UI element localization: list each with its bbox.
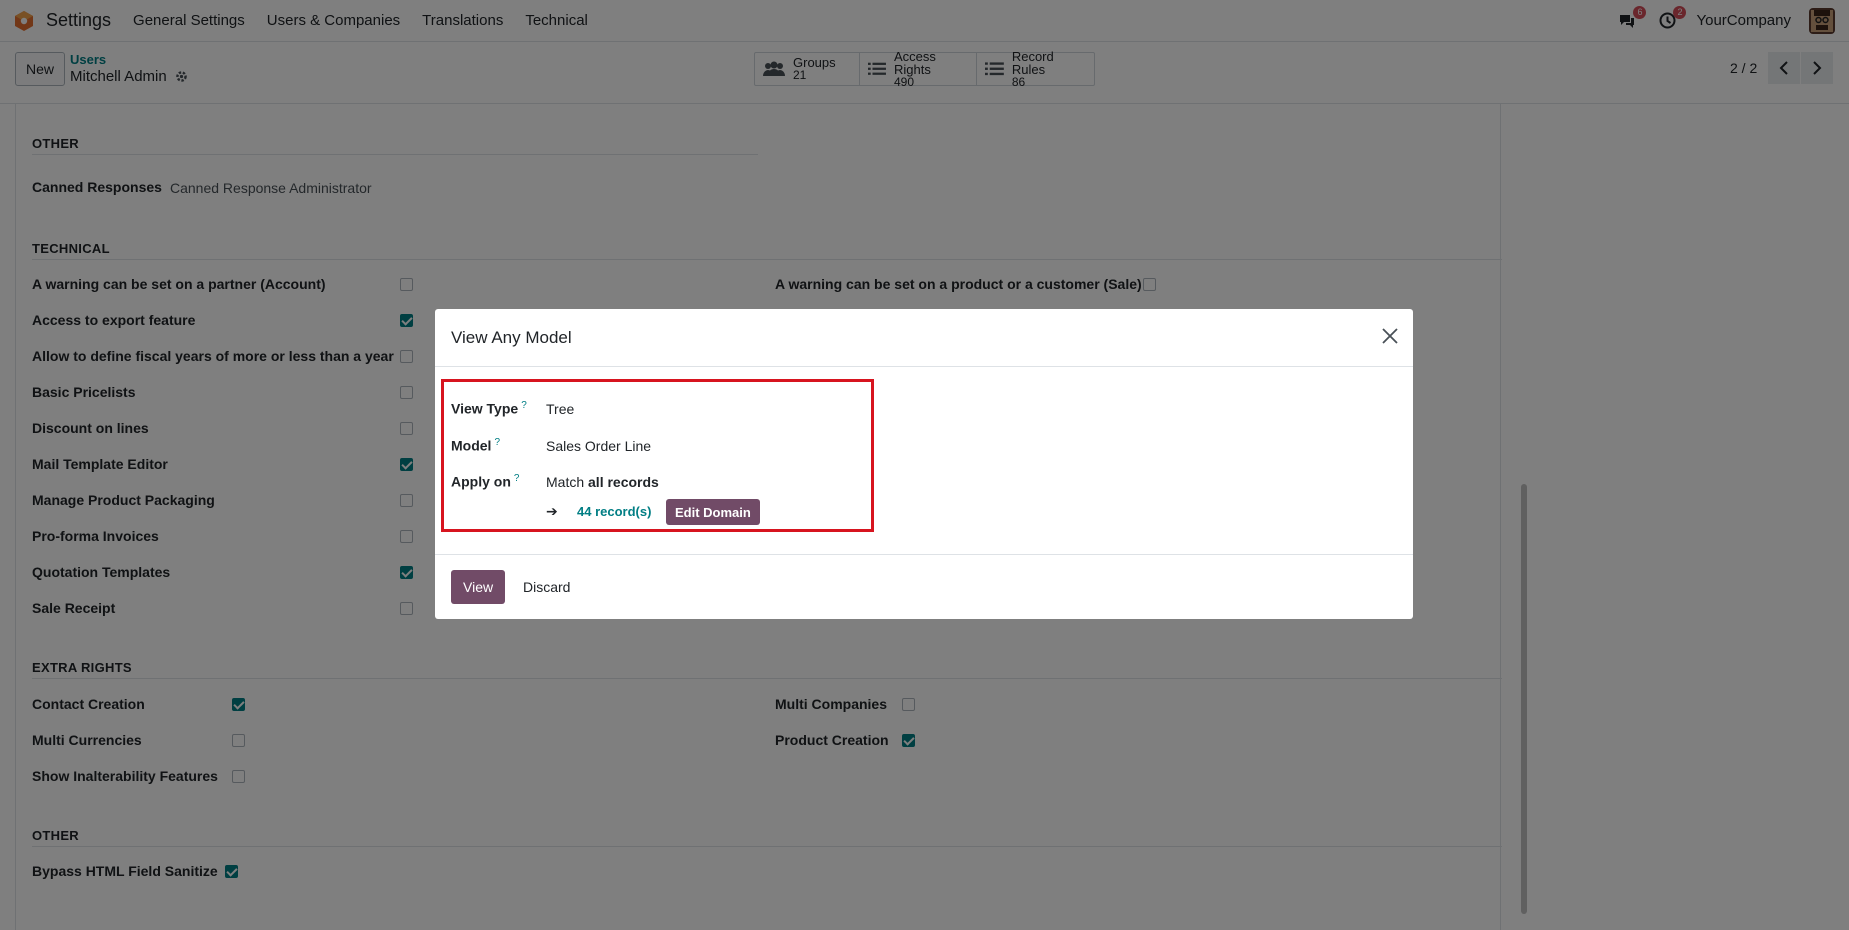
view-type-value[interactable]: Tree [546,401,574,417]
dialog-title: View Any Model [451,328,572,347]
view-any-model-dialog: View Any Model View Type? Tree Model? Sa… [435,309,1413,619]
apply-on-value: Match all records [546,474,659,490]
apply-on-prefix: Match [546,474,585,490]
apply-on-label: Apply on? [451,473,520,490]
model-value[interactable]: Sales Order Line [546,438,651,454]
view-button[interactable]: View [451,570,506,604]
record-count-link[interactable]: 44 record(s) [577,504,651,519]
edit-domain-button[interactable]: Edit Domain [666,499,760,525]
model-label: Model? [451,437,501,454]
dialog-body: View Type? Tree Model? Sales Order Line … [435,367,1413,564]
help-tooltip-icon[interactable]: ? [514,473,520,484]
view-type-label: View Type? [451,400,527,417]
help-tooltip-icon[interactable]: ? [494,437,500,448]
apply-on-scope: all records [588,474,659,490]
help-tooltip-icon[interactable]: ? [521,400,527,411]
arrow-right-icon: ➔ [546,503,558,519]
dialog-header: View Any Model [435,309,1413,367]
dialog-footer: View Discard [435,554,1413,619]
discard-button[interactable]: Discard [519,570,574,604]
close-icon[interactable] [1381,327,1399,345]
